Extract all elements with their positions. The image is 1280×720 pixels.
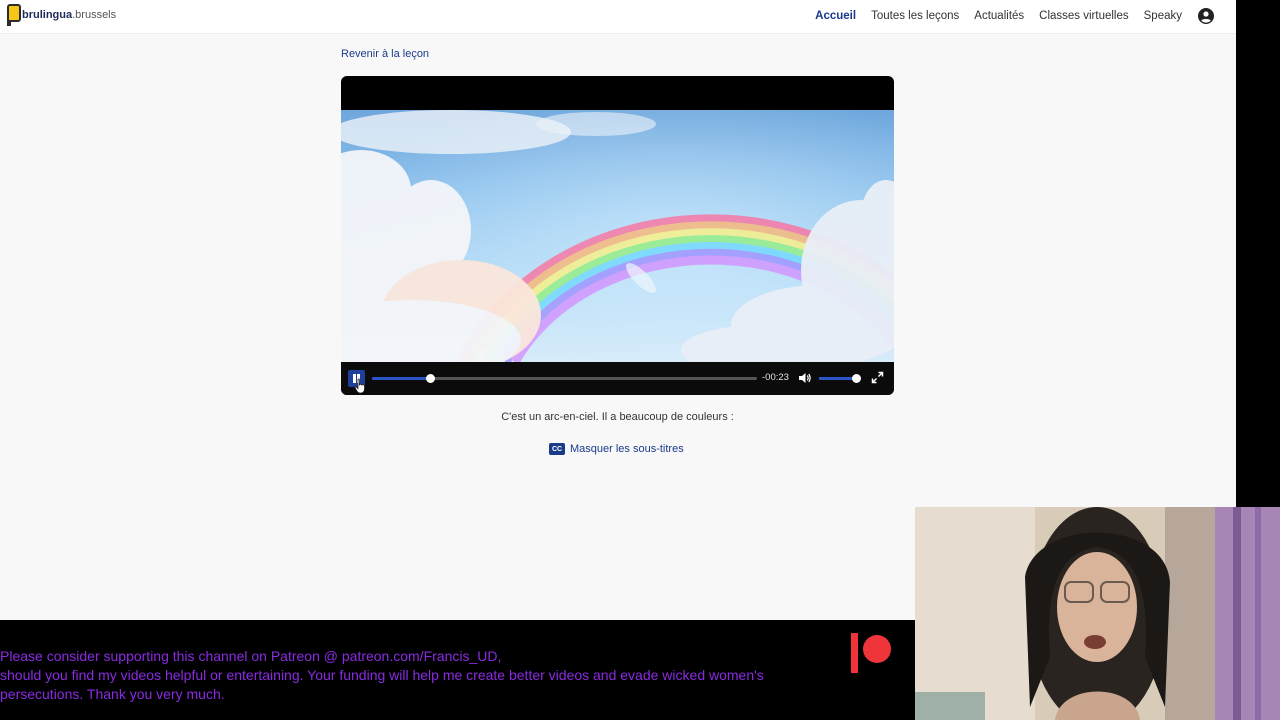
nav-accueil[interactable]: Accueil [815,7,856,25]
patreon-line-1: Please consider supporting this channel … [0,648,502,664]
hide-subtitles-label: Masquer les sous-titres [570,443,684,455]
rainbow-sky-image [341,110,894,362]
volume-fill [819,377,856,380]
progress-bar[interactable] [372,374,757,383]
webcam-overlay [915,507,1280,720]
cc-icon: CC [549,443,565,455]
nav-classes-virtuelles[interactable]: Classes virtuelles [1039,7,1128,25]
logo-suffix: .brussels [72,9,117,21]
speech-bubble-logo-icon [7,4,21,26]
webcam-person-image [915,507,1280,720]
patreon-line-3: persecutions. Thank you very much. [0,686,225,702]
site-logo[interactable]: brulingua.brussels [7,4,117,26]
volume-slider[interactable] [819,374,861,383]
patreon-logo-icon [851,633,891,673]
patreon-line-2: should you find my videos helpful or ent… [0,667,764,683]
video-player[interactable]: -00:23 [341,76,894,395]
remaining-time: -00:23 [762,372,789,383]
patreon-banner: Please consider supporting this channel … [0,620,915,720]
progress-thumb[interactable] [425,374,435,383]
nav-actualites[interactable]: Actualités [974,7,1024,25]
nav-toutes-les-lecons[interactable]: Toutes les leçons [871,7,959,25]
right-black-bar [1236,0,1280,507]
hand-cursor-icon [354,378,365,394]
volume-thumb[interactable] [851,374,861,383]
main-nav: Accueil Toutes les leçons Actualités Cla… [800,7,1214,25]
hide-subtitles-button[interactable]: CC Masquer les sous-titres [549,443,684,455]
nav-speaky[interactable]: Speaky [1144,7,1182,25]
back-to-lesson-link[interactable]: Revenir à la leçon [341,48,429,60]
subtitle-caption: C'est un arc-en-ciel. Il a beaucoup de c… [501,411,734,423]
top-navbar: brulingua.brussels Accueil Toutes les le… [0,0,1236,34]
patreon-message: Please consider supporting this channel … [0,647,860,704]
player-controls: -00:23 [341,362,894,395]
progress-fill [372,377,430,380]
logo-name: brulingua [22,9,73,21]
fullscreen-icon[interactable] [871,371,884,384]
video-frame[interactable] [341,110,894,362]
volume-icon[interactable] [798,371,812,385]
account-icon[interactable] [1198,8,1214,24]
